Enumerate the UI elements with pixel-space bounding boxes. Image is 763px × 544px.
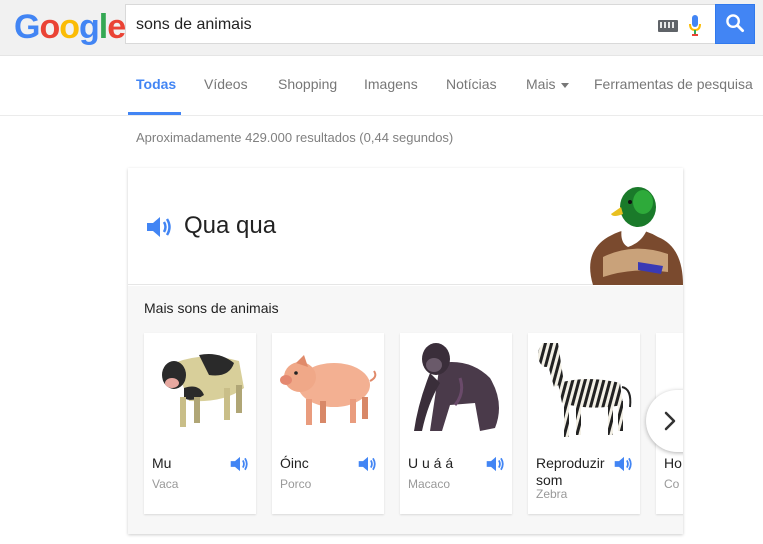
search-icon <box>726 14 745 33</box>
speaker-icon[interactable] <box>486 455 506 473</box>
result-stats: Aproximadamente 429.000 resultados (0,44… <box>136 130 454 145</box>
animal-name: U u á á <box>408 455 454 471</box>
keyboard-icon[interactable] <box>658 20 678 32</box>
google-logo[interactable]: Google <box>14 8 126 47</box>
pig-image <box>280 355 377 425</box>
search-input[interactable] <box>136 14 636 36</box>
animal-card-vaca[interactable]: Mu Vaca <box>144 333 256 514</box>
animal-card-macaco[interactable]: U u á á Macaco <box>400 333 512 514</box>
animal-sounds-card: Qua qua Mais sons de animais Mu Vaca Óin… <box>128 168 683 534</box>
search-tabs: Todas Vídeos Shopping Imagens Notícias M… <box>0 56 763 116</box>
speaker-icon[interactable] <box>358 455 378 473</box>
cow-image <box>162 354 244 427</box>
more-sounds-label: Mais sons de animais <box>144 300 279 316</box>
zebra-image <box>538 343 632 437</box>
speaker-icon[interactable] <box>146 215 174 239</box>
tab-ferramentas[interactable]: Ferramentas de pesquisa <box>594 76 753 92</box>
animal-species: Zebra <box>536 487 568 501</box>
microphone-icon[interactable] <box>688 14 702 38</box>
next-button[interactable] <box>646 390 683 452</box>
tab-imagens[interactable]: Imagens <box>364 76 418 92</box>
animal-species: Macaco <box>408 477 451 491</box>
logo-letter: G <box>14 8 40 46</box>
active-tab-indicator <box>128 112 181 115</box>
logo-letter: l <box>98 8 109 46</box>
duck-image <box>590 187 683 285</box>
search-button[interactable] <box>715 4 755 44</box>
sound-title: Qua qua <box>184 212 277 239</box>
chevron-down-icon <box>560 82 569 88</box>
speaker-icon[interactable] <box>614 455 634 473</box>
logo-letter: o <box>39 8 60 46</box>
animal-name: Óinc <box>280 455 309 471</box>
animal-name: Mu <box>152 455 172 471</box>
animal-species: Porco <box>280 477 312 491</box>
animal-card-porco[interactable]: Óinc Porco <box>272 333 384 514</box>
animal-name: Reproduzir som <box>536 455 605 488</box>
current-sound-panel: Qua qua <box>128 168 683 285</box>
speaker-icon[interactable] <box>230 455 250 473</box>
tab-todas[interactable]: Todas <box>136 76 176 92</box>
chevron-right-icon <box>664 411 676 431</box>
header-bar: Google <box>0 0 763 56</box>
search-box <box>125 4 717 44</box>
tab-noticias[interactable]: Notícias <box>446 76 497 92</box>
tab-mais[interactable]: Mais <box>526 76 569 92</box>
logo-letter: g <box>79 8 100 46</box>
tab-videos[interactable]: Vídeos <box>204 76 248 92</box>
animal-species: Vaca <box>152 477 179 491</box>
animal-species: Co <box>664 477 680 491</box>
tab-mais-label: Mais <box>526 76 556 92</box>
more-sounds-panel: Mais sons de animais Mu Vaca Óinc Porco … <box>128 286 683 534</box>
animal-name: Ho <box>664 455 682 471</box>
tab-shopping[interactable]: Shopping <box>278 76 337 92</box>
logo-letter: o <box>59 8 80 46</box>
gorilla-image <box>414 343 499 431</box>
logo-letter: e <box>107 8 126 46</box>
animal-card-zebra[interactable]: Reproduzir som Zebra <box>528 333 640 514</box>
